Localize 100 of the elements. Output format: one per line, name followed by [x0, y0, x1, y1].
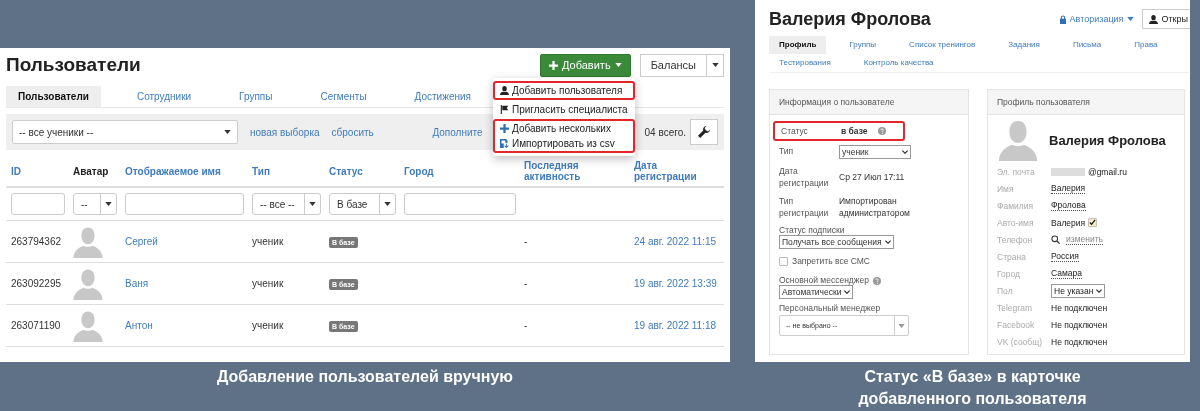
caret-icon: [1127, 17, 1135, 21]
field-label: Основной мессенджер: [779, 275, 869, 285]
field-label: VK (сообщ): [997, 336, 1044, 347]
menu-item[interactable]: Пригласить специалиста: [495, 102, 633, 117]
filter-input[interactable]: [404, 193, 516, 215]
email-value: @gmail.ru: [1088, 166, 1127, 177]
user-icon: [1149, 14, 1159, 24]
filter-input[interactable]: [11, 193, 65, 215]
tab[interactable]: Письма: [1062, 36, 1112, 54]
tab[interactable]: Сегменты: [308, 86, 379, 107]
registration-date-link[interactable]: 19 авг. 2022 11:18: [634, 320, 724, 331]
wrench-icon: [698, 126, 710, 138]
gender-select[interactable]: Не указан: [1051, 283, 1106, 298]
user-id: 263092295: [11, 278, 63, 289]
add-button[interactable]: Добавить: [540, 53, 631, 77]
field-label: Тип регистрации: [779, 195, 830, 219]
registration-date-link[interactable]: 24 авг. 2022 11:15: [634, 236, 724, 247]
last-activity: -: [524, 236, 529, 247]
field-value: Не подключен: [1051, 319, 1108, 330]
menu-item[interactable]: Добавить пользователя: [495, 83, 633, 98]
column-header[interactable]: Тип: [252, 165, 329, 177]
help-icon: [877, 127, 886, 135]
search-icon: [1051, 235, 1060, 244]
editable-value[interactable]: Самара: [1051, 268, 1082, 279]
caret-icon: [105, 202, 112, 206]
lock-icon: [1058, 14, 1067, 24]
tab[interactable]: Группы: [227, 86, 285, 107]
user-type: ученик: [252, 320, 285, 331]
column-header[interactable]: ID: [11, 165, 73, 177]
more-link[interactable]: Дополните: [432, 126, 483, 138]
caret-icon: [614, 63, 622, 67]
user-name-link[interactable]: Антон: [125, 320, 252, 331]
column-header[interactable]: Дата регистрации: [634, 160, 724, 182]
editable-value[interactable]: Россия: [1051, 251, 1079, 262]
dropdown-toggle[interactable]: [707, 53, 724, 77]
authorization-link[interactable]: Авторизация: [1058, 14, 1135, 24]
tab[interactable]: Пользователи: [6, 86, 101, 107]
tab[interactable]: Контроль качества: [853, 54, 944, 72]
field-label: Город: [997, 268, 1021, 279]
user-id: 263071190: [11, 320, 62, 331]
field-label: Тип: [779, 145, 795, 158]
caption: Статус «В базе» в карточке добавленного пользователя: [857, 367, 1088, 409]
settings-button[interactable]: [690, 119, 718, 145]
checkbox[interactable]: [1088, 218, 1098, 227]
segment-select[interactable]: -- все ученики --: [12, 120, 238, 144]
registration-date-link[interactable]: 19 авг. 2022 13:39: [634, 278, 724, 289]
total-count: 04 всего.: [644, 126, 686, 138]
field-label: Фамилия: [997, 200, 1035, 211]
field-label: Статус: [781, 125, 809, 137]
filter-select[interactable]: В базе: [329, 193, 396, 215]
checkbox[interactable]: [779, 256, 788, 266]
column-header[interactable]: Последняя активность: [524, 160, 634, 182]
chevron-icon: [1096, 288, 1103, 293]
column-header: Аватар: [73, 165, 110, 177]
filter-link[interactable]: новая выборка: [250, 126, 320, 138]
field-label: Пол: [997, 285, 1014, 296]
menu-item[interactable]: Импортировать из csv: [495, 136, 633, 151]
tab[interactable]: Задания: [998, 36, 1050, 54]
user-type: ученик: [252, 278, 285, 289]
change-link[interactable]: изменить: [1066, 234, 1103, 245]
field-label: Имя: [997, 183, 1015, 194]
tab[interactable]: Группы: [839, 36, 887, 54]
user-id: 263794362: [11, 236, 63, 247]
filter-input[interactable]: [125, 193, 244, 215]
tab[interactable]: Профиль: [769, 36, 827, 54]
filter-select[interactable]: --: [73, 193, 117, 215]
user-icon: [500, 86, 509, 95]
caret-icon: [309, 202, 316, 206]
user-name-link[interactable]: Ваня: [125, 278, 252, 289]
help-icon: [872, 276, 881, 285]
user-type: ученик: [252, 236, 285, 247]
select[interactable]: Получать все сообщения: [779, 235, 894, 249]
column-header[interactable]: Город: [404, 165, 524, 177]
caret-icon: [384, 202, 391, 206]
field-label: Телефон: [997, 234, 1034, 245]
tab[interactable]: Тестирования: [769, 54, 841, 72]
field-label: Эл. почта: [997, 166, 1036, 177]
menu-item[interactable]: Добавить нескольких: [495, 121, 633, 136]
editable-value[interactable]: Фролова: [1051, 200, 1086, 211]
tab[interactable]: Достижения: [402, 86, 483, 107]
filter-link[interactable]: сбросить: [331, 126, 374, 138]
last-activity: -: [524, 320, 529, 331]
column-header[interactable]: Статус: [329, 165, 404, 177]
type-select[interactable]: ученик: [839, 145, 911, 159]
tab[interactable]: Список тренингов: [899, 36, 986, 54]
user-name-title: Валерия Фролова: [769, 8, 932, 30]
select[interactable]: Автоматически: [779, 285, 854, 299]
field-label: Авто-имя: [997, 217, 1035, 228]
user-name-link[interactable]: Сергей: [125, 236, 252, 247]
open-button[interactable]: Откры: [1142, 9, 1190, 29]
tab[interactable]: Сотрудники: [124, 86, 204, 107]
field-label: Facebook: [997, 319, 1036, 330]
filter-select[interactable]: -- все --: [252, 193, 321, 215]
editable-value[interactable]: Валерия: [1051, 183, 1086, 194]
page-title: Пользователи: [6, 54, 141, 76]
column-header[interactable]: Отображаемое имя: [125, 165, 252, 177]
plus-icon: [500, 124, 509, 133]
balances-button[interactable]: Балансы: [639, 53, 707, 77]
tab[interactable]: Права: [1124, 36, 1168, 54]
field-value: Ср 27 Июл 17:11: [839, 171, 905, 184]
